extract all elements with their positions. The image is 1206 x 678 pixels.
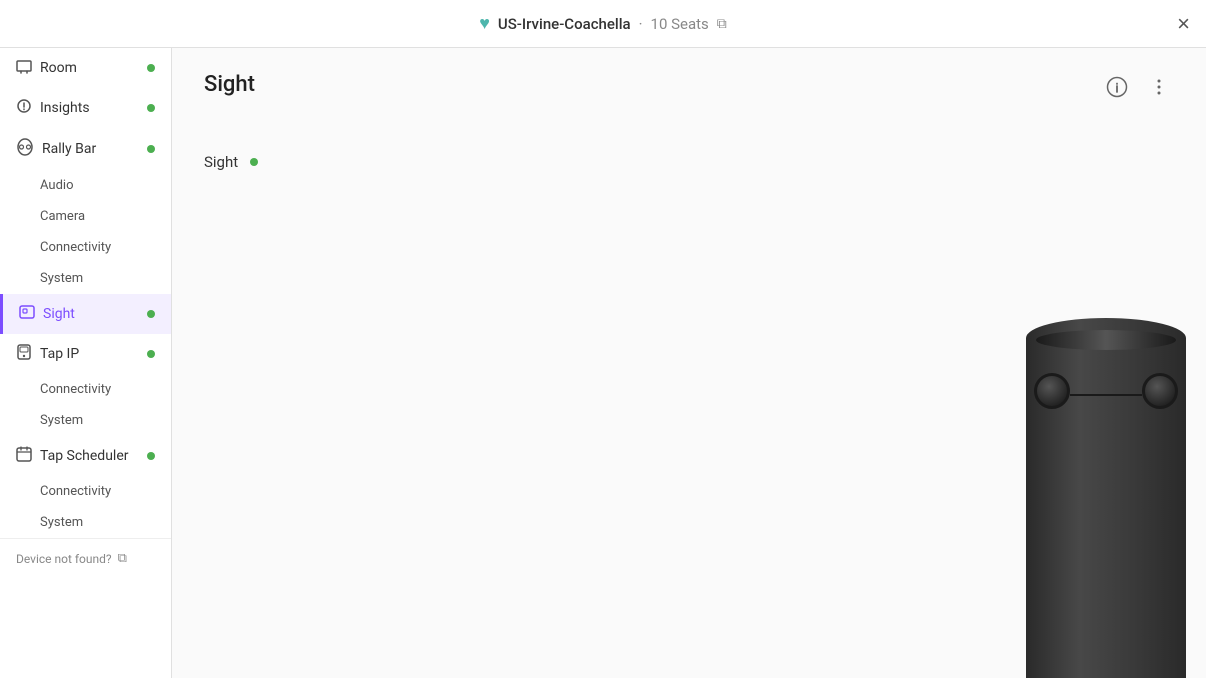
rallybar-status-dot [147, 145, 155, 153]
tapip-icon [16, 344, 32, 364]
sidebar: Room Insights Rally Bar Audio Camera Con… [0, 48, 172, 678]
tapip-status-dot [147, 350, 155, 358]
content-area: Sight Sight [172, 48, 1206, 678]
seat-separator: · [639, 15, 643, 33]
sidebar-footer: Device not found? ⧉ [0, 538, 172, 578]
sidebar-item-room[interactable]: Room [0, 48, 171, 88]
app-header: ♥ US-Irvine-Coachella · 10 Seats ⧉ × [0, 0, 1206, 48]
sidebar-label-ts-connectivity: Connectivity [40, 484, 155, 499]
sidebar-item-ts-system[interactable]: System [0, 507, 171, 538]
sidebar-label-connectivity: Connectivity [40, 240, 155, 255]
cylinder-lens-left [1034, 373, 1070, 409]
sidebar-item-tapscheduler[interactable]: Tap Scheduler [0, 436, 171, 476]
external-link-icon[interactable]: ⧉ [118, 551, 127, 566]
edit-icon[interactable]: ⧉ [717, 16, 727, 32]
room-icon [16, 58, 32, 78]
brand-icon: ♥ [479, 13, 490, 34]
sidebar-label-tapscheduler: Tap Scheduler [40, 448, 139, 464]
sight-row-status-dot [250, 158, 258, 166]
seat-count: 10 Seats [651, 15, 709, 33]
cylinder-lens-right [1142, 373, 1178, 409]
sight-device-cylinder [1026, 318, 1186, 678]
insights-status-dot [147, 104, 155, 112]
sidebar-item-ts-connectivity[interactable]: Connectivity [0, 476, 171, 507]
sidebar-item-tap-connectivity[interactable]: Connectivity [0, 374, 171, 405]
header-title-group: ♥ US-Irvine-Coachella · 10 Seats ⧉ [479, 13, 727, 34]
sight-row-label: Sight [204, 153, 238, 171]
device-image [1006, 48, 1206, 678]
sidebar-item-insights[interactable]: Insights [0, 88, 171, 128]
sidebar-item-system[interactable]: System [0, 263, 171, 294]
device-not-found-label: Device not found? [16, 552, 112, 566]
sidebar-label-camera: Camera [40, 209, 155, 224]
sidebar-label-insights: Insights [40, 100, 139, 116]
sidebar-label-room: Room [40, 60, 139, 76]
sidebar-label-ts-system: System [40, 515, 155, 530]
insights-icon [16, 98, 32, 118]
tapscheduler-status-dot [147, 452, 155, 460]
room-name: US-Irvine-Coachella [498, 15, 631, 33]
sidebar-label-system: System [40, 271, 155, 286]
close-button[interactable]: × [1177, 13, 1190, 35]
sidebar-item-audio[interactable]: Audio [0, 170, 171, 201]
page-title: Sight [204, 72, 255, 97]
sidebar-label-tapip: Tap IP [40, 346, 139, 362]
sidebar-item-rallybar[interactable]: Rally Bar [0, 128, 171, 170]
sidebar-label-tap-system: System [40, 413, 155, 428]
tapscheduler-icon [16, 446, 32, 466]
room-status-dot [147, 64, 155, 72]
sight-status-dot [147, 310, 155, 318]
cylinder-line [1070, 394, 1142, 396]
sidebar-item-camera[interactable]: Camera [0, 201, 171, 232]
sidebar-item-connectivity[interactable]: Connectivity [0, 232, 171, 263]
sight-icon [19, 304, 35, 324]
sidebar-label-rallybar: Rally Bar [42, 141, 139, 157]
sidebar-label-tap-connectivity: Connectivity [40, 382, 155, 397]
sidebar-item-sight[interactable]: Sight [0, 294, 171, 334]
sidebar-label-sight: Sight [43, 306, 139, 322]
sidebar-label-audio: Audio [40, 178, 155, 193]
sidebar-item-tapip[interactable]: Tap IP [0, 334, 171, 374]
rallybar-icon [16, 138, 34, 160]
sidebar-item-tap-system[interactable]: System [0, 405, 171, 436]
main-layout: Room Insights Rally Bar Audio Camera Con… [0, 48, 1206, 678]
